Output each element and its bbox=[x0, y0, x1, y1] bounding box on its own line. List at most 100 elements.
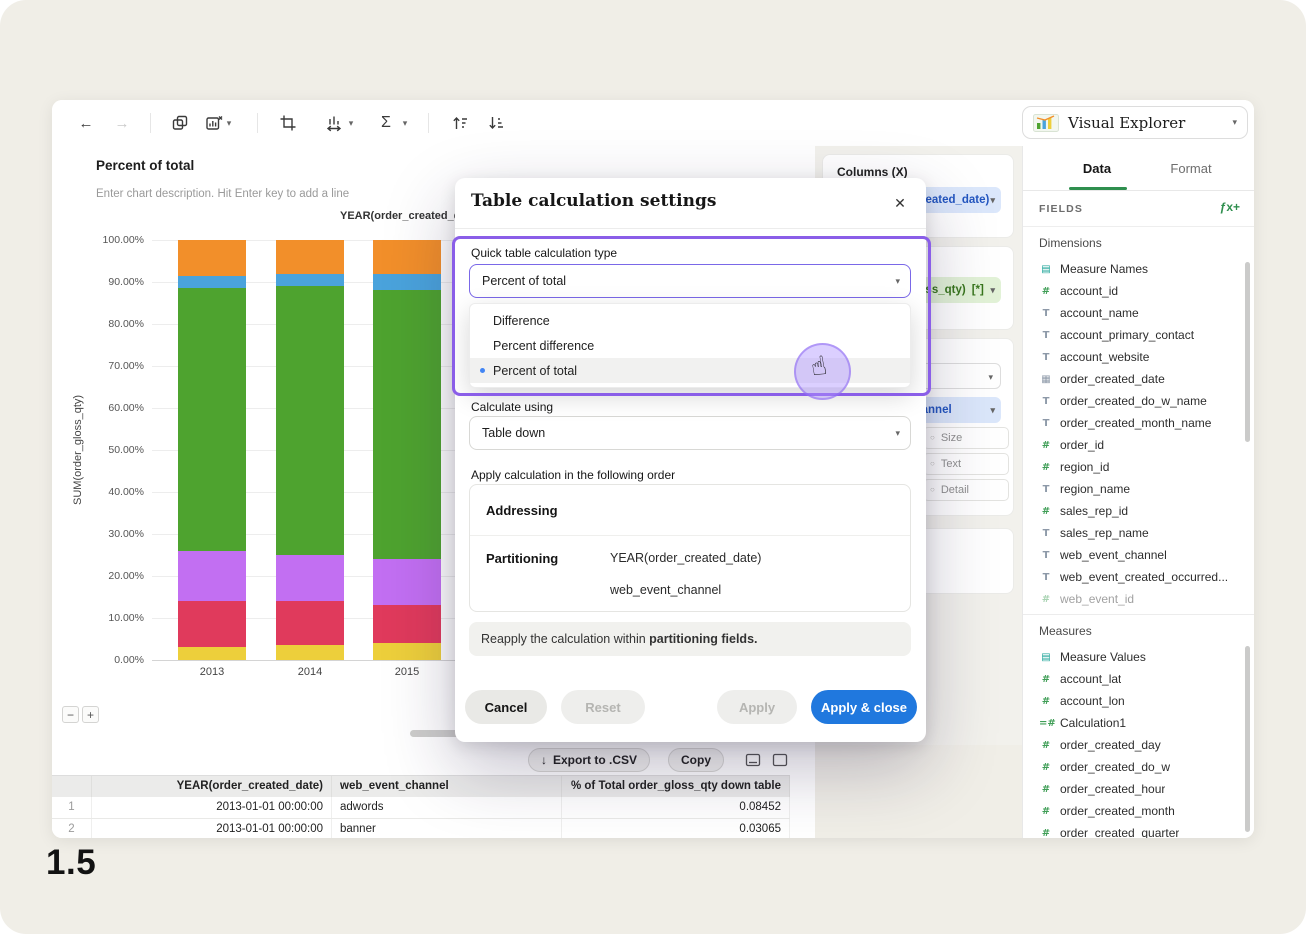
bar-segment-blue[interactable] bbox=[178, 276, 246, 289]
quick-calc-value: Percent of total bbox=[482, 274, 566, 288]
crop-button[interactable] bbox=[276, 112, 300, 134]
field-item[interactable]: =#Calculation1 bbox=[1031, 712, 1240, 734]
add-calculation-icon[interactable]: ƒx+ bbox=[1220, 200, 1240, 214]
dimensions-scrollbar[interactable] bbox=[1245, 262, 1250, 442]
number-field-icon: # bbox=[1039, 828, 1053, 839]
calculate-using-select[interactable]: Table down ▾ bbox=[469, 416, 911, 450]
bar-segment-yellow[interactable] bbox=[373, 643, 441, 660]
table-row[interactable]: 12013-01-01 00:00:00adwords0.08452 bbox=[52, 797, 790, 819]
forward-button[interactable]: → bbox=[110, 112, 134, 134]
quick-calc-select[interactable]: Percent of total ▾ bbox=[469, 264, 911, 298]
field-item[interactable]: Tweb_event_channel bbox=[1031, 544, 1240, 566]
apply-and-close-button[interactable]: Apply & close bbox=[811, 690, 917, 724]
sort-descending-button[interactable] bbox=[484, 112, 508, 134]
aggregate-button[interactable]: Σ bbox=[374, 112, 398, 134]
swap-axes-button[interactable] bbox=[322, 112, 346, 134]
duplicate-button[interactable] bbox=[168, 112, 192, 134]
bar-segment-crimson[interactable] bbox=[373, 605, 441, 643]
bar-segment-violet[interactable] bbox=[276, 555, 344, 601]
field-item[interactable]: Taccount_name bbox=[1031, 302, 1240, 324]
bar-segment-blue[interactable] bbox=[276, 274, 344, 287]
y-axis-tick-label: 90.00% bbox=[52, 276, 144, 288]
number-field-icon: # bbox=[1039, 784, 1053, 795]
plus-icon: + bbox=[87, 708, 94, 722]
apply-button[interactable]: Apply bbox=[717, 690, 797, 724]
field-item[interactable]: ▤Measure Values bbox=[1031, 646, 1240, 668]
tab-data[interactable]: Data bbox=[1067, 146, 1127, 190]
table-header-row: YEAR(order_created_date)web_event_channe… bbox=[52, 775, 790, 798]
bar-segment-green[interactable] bbox=[178, 288, 246, 551]
field-item[interactable]: #account_lat bbox=[1031, 668, 1240, 690]
expand-panel-button[interactable] bbox=[772, 753, 788, 767]
field-item[interactable]: #order_created_do_w bbox=[1031, 756, 1240, 778]
field-item[interactable]: #region_id bbox=[1031, 456, 1240, 478]
field-item[interactable]: #account_lon bbox=[1031, 690, 1240, 712]
field-item[interactable]: #web_event_id bbox=[1031, 588, 1240, 610]
table-cell: 0.08452 bbox=[562, 797, 790, 818]
field-label: order_created_day bbox=[1060, 738, 1161, 752]
field-item[interactable]: #order_created_day bbox=[1031, 734, 1240, 756]
field-item[interactable]: ▦order_created_date bbox=[1031, 368, 1240, 390]
close-button[interactable]: ✕ bbox=[888, 191, 912, 215]
x-axis-tick-label: 2014 bbox=[280, 666, 340, 678]
chevron-down-icon[interactable]: ▾ bbox=[400, 119, 410, 128]
bar-segment-orange[interactable] bbox=[276, 240, 344, 274]
field-item[interactable]: Taccount_primary_contact bbox=[1031, 324, 1240, 346]
field-item[interactable]: #sales_rep_id bbox=[1031, 500, 1240, 522]
size-drop-target[interactable]: ○Size bbox=[923, 427, 1009, 449]
calculate-using-value: Table down bbox=[482, 426, 545, 440]
bar-segment-yellow[interactable] bbox=[276, 645, 344, 660]
tab-format[interactable]: Format bbox=[1159, 146, 1223, 190]
field-item[interactable]: Torder_created_do_w_name bbox=[1031, 390, 1240, 412]
calc-type-option[interactable]: Difference bbox=[470, 308, 910, 333]
field-item[interactable]: #order_created_month bbox=[1031, 800, 1240, 822]
remove-chart-button[interactable] bbox=[202, 112, 226, 134]
field-item[interactable]: Tsales_rep_name bbox=[1031, 522, 1240, 544]
zoom-out-button[interactable]: − bbox=[62, 706, 79, 723]
text-field-icon: T bbox=[1039, 396, 1053, 407]
field-item[interactable]: #order_created_hour bbox=[1031, 778, 1240, 800]
measures-list: ▤Measure Values#account_lat#account_lon=… bbox=[1031, 646, 1240, 838]
bar-segment-orange[interactable] bbox=[178, 240, 246, 276]
text-drop-target[interactable]: ○Text bbox=[923, 453, 1009, 475]
field-label: account_name bbox=[1060, 306, 1139, 320]
field-item[interactable]: #account_id bbox=[1031, 280, 1240, 302]
number-field-icon: # bbox=[1039, 286, 1053, 297]
export-csv-button[interactable]: ↓ Export to .CSV bbox=[528, 748, 650, 772]
bar-segment-violet[interactable] bbox=[178, 551, 246, 601]
field-item[interactable]: ▤Measure Names bbox=[1031, 258, 1240, 280]
bar-segment-green[interactable] bbox=[276, 286, 344, 555]
bar-segment-crimson[interactable] bbox=[178, 601, 246, 647]
field-item[interactable]: #order_id bbox=[1031, 434, 1240, 456]
field-item[interactable]: Tweb_event_created_occurred... bbox=[1031, 566, 1240, 588]
cancel-button[interactable]: Cancel bbox=[465, 690, 547, 724]
y-axis-tick-label: 10.00% bbox=[52, 612, 144, 624]
data-sidebar: Data Format FIELDS ƒx+ Dimensions ▤Measu… bbox=[1022, 146, 1254, 838]
field-item[interactable]: Taccount_website bbox=[1031, 346, 1240, 368]
chevron-down-icon[interactable]: ▾ bbox=[224, 119, 234, 128]
sort-ascending-button[interactable] bbox=[448, 112, 472, 134]
bar-segment-orange[interactable] bbox=[373, 240, 441, 274]
field-item[interactable]: Torder_created_month_name bbox=[1031, 412, 1240, 434]
detail-drop-target[interactable]: ○Detail bbox=[923, 479, 1009, 501]
y-axis-tick-label: 30.00% bbox=[52, 528, 144, 540]
workbook-switcher[interactable]: Visual Explorer ▾ bbox=[1022, 106, 1248, 139]
copy-button[interactable]: Copy bbox=[668, 748, 724, 772]
measures-scrollbar[interactable] bbox=[1245, 646, 1250, 832]
table-row[interactable]: 22013-01-01 00:00:00banner0.03065 bbox=[52, 819, 790, 838]
bar-segment-green[interactable] bbox=[373, 290, 441, 559]
screenshot-root: ← → ▾ ▾ Σ ▾ bbox=[0, 0, 1306, 934]
bar-segment-yellow[interactable] bbox=[178, 647, 246, 660]
bar-segment-violet[interactable] bbox=[373, 559, 441, 605]
back-button[interactable]: ← bbox=[74, 112, 98, 134]
toolbar-divider bbox=[150, 113, 151, 133]
collapse-panel-button[interactable] bbox=[745, 753, 761, 767]
calculate-using-label: Calculate using bbox=[471, 400, 553, 414]
chevron-down-icon[interactable]: ▾ bbox=[346, 119, 356, 128]
bar-segment-blue[interactable] bbox=[373, 274, 441, 291]
field-item[interactable]: Tregion_name bbox=[1031, 478, 1240, 500]
reset-button[interactable]: Reset bbox=[561, 690, 645, 724]
field-item[interactable]: #order_created_quarter bbox=[1031, 822, 1240, 838]
zoom-in-button[interactable]: + bbox=[82, 706, 99, 723]
bar-segment-crimson[interactable] bbox=[276, 601, 344, 645]
